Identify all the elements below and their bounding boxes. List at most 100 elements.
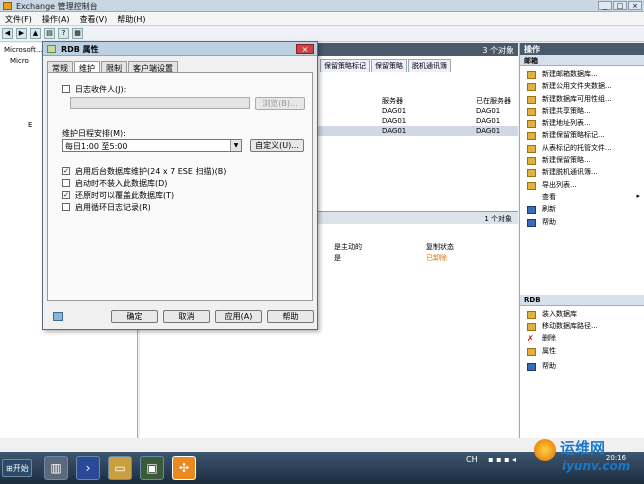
tab-oab[interactable]: 脱机通讯簿 <box>408 59 451 72</box>
up-folder-icon[interactable]: ▲ <box>30 28 41 39</box>
circular-logging-checkbox[interactable] <box>62 203 70 211</box>
no-mount-at-startup-checkbox[interactable] <box>62 179 70 187</box>
tray-icons[interactable]: ▪ ▪ ▪ ◂ <box>488 455 516 464</box>
actions-section-mailbox[interactable]: 邮箱 <box>520 55 644 66</box>
console-icon[interactable]: ▣ <box>140 456 164 480</box>
background-maintenance-checkbox[interactable]: ✓ <box>62 167 70 175</box>
tree-item-e[interactable]: E <box>28 121 32 129</box>
action-help-rdb[interactable]: 帮助 <box>520 361 644 373</box>
menu-bar: 文件(F) 操作(A) 查看(V) 帮助(H) <box>0 12 644 26</box>
watermark-text: 运维网 <box>560 439 606 457</box>
actions-section-rdb[interactable]: RDB <box>520 294 644 306</box>
object-count-top: 3 个对象 <box>482 46 514 55</box>
help-icon[interactable]: ? <box>58 28 69 39</box>
folder-icon <box>527 144 536 153</box>
table-row[interactable]: DAG01 <box>382 117 406 125</box>
maintenance-panel: 日志收件人(J): 浏览(B)... 维护日程安排(M): 每日1:00 至5:… <box>47 72 313 301</box>
watermark-logo-icon <box>534 439 556 461</box>
col-is-active[interactable]: 是主动的 <box>334 242 362 252</box>
action-new-sharing-policy[interactable]: 新建共享策略... <box>520 106 644 118</box>
apply-button[interactable]: 应用(A) <box>215 310 262 323</box>
allow-overwrite-checkbox[interactable]: ✓ <box>62 191 70 199</box>
exchange-app-icon <box>3 2 12 10</box>
action-new-address-list[interactable]: 新建地址列表... <box>520 118 644 130</box>
table-cell: DAG01 <box>476 127 501 135</box>
forward-icon[interactable]: ▶ <box>16 28 27 39</box>
refresh-icon <box>527 206 536 215</box>
window-title: Exchange 管理控制台 <box>16 2 98 11</box>
maximize-button[interactable]: □ <box>613 1 627 10</box>
menu-help[interactable]: 帮助(H) <box>112 12 150 27</box>
show-hide-tree-icon[interactable]: ▤ <box>44 28 55 39</box>
help-icon <box>527 363 536 372</box>
rdb-properties-dialog: RDB 属性 × 常规 维护 限制 客户端设置 日志收件人(J): 浏览(B)... … <box>42 41 318 330</box>
action-move-db-path[interactable]: 移动数据库路径... <box>520 321 644 333</box>
tree-item-org[interactable]: Micro <box>10 57 29 65</box>
col-copy-status[interactable]: 复制状态 <box>426 242 454 252</box>
back-icon[interactable]: ◀ <box>2 28 13 39</box>
action-new-dag[interactable]: 新建数据库可用性组... <box>520 94 644 106</box>
actions-header: 操作 <box>520 43 644 55</box>
tree-root[interactable]: Microsoft... <box>4 46 43 54</box>
option-label: 启用循环日志记录(R) <box>75 203 151 212</box>
oab-icon <box>527 169 536 178</box>
toolbar: ◀ ▶ ▲ ▤? ▦ <box>0 26 644 42</box>
journal-recipient-label: 日志收件人(J): <box>75 85 127 94</box>
action-new-retention-tag[interactable]: 新建保留策略标记... <box>520 130 644 142</box>
language-indicator[interactable]: CH <box>466 455 478 464</box>
action-new-retention-policy[interactable]: 新建保留策略... <box>520 155 644 167</box>
journal-recipient-checkbox[interactable] <box>62 85 70 93</box>
ok-button[interactable]: 确定 <box>111 310 158 323</box>
action-delete[interactable]: ✗ 删除 <box>520 333 644 345</box>
exchange-console-taskbar-icon[interactable]: ✣ <box>172 456 196 480</box>
journal-recipient-input[interactable] <box>70 97 250 109</box>
action-refresh[interactable]: 刷新 <box>520 204 644 216</box>
menu-action[interactable]: 操作(A) <box>37 12 75 27</box>
col-server[interactable]: 服务器 <box>382 96 403 106</box>
explorer-icon[interactable]: ▭ <box>108 456 132 480</box>
table-row[interactable]: 是 <box>334 253 341 263</box>
dialog-title-bar: RDB 属性 × <box>43 42 317 56</box>
action-mount-db[interactable]: 装入数据库 <box>520 309 644 321</box>
tag-icon <box>527 132 536 141</box>
action-new-oab[interactable]: 新建脱机通讯簿... <box>520 167 644 179</box>
help-icon <box>527 218 536 227</box>
server-manager-icon[interactable]: ▥ <box>44 456 68 480</box>
action-export-list[interactable]: 导出列表... <box>520 180 644 192</box>
system-tray: CH ▪ ▪ ▪ ◂ <box>466 455 516 464</box>
action-properties[interactable]: 属性 <box>520 346 644 358</box>
move-icon <box>527 323 536 332</box>
action-view[interactable]: 查看 ▸ <box>520 192 644 204</box>
database-icon <box>47 45 56 53</box>
start-button[interactable]: ⊞开始 <box>2 459 32 477</box>
export-icon <box>527 181 536 190</box>
minimize-button[interactable]: _ <box>598 1 612 10</box>
table-row[interactable]: DAG01 <box>382 107 406 115</box>
help-button[interactable]: 帮助 <box>267 310 314 323</box>
option-label: 还原时可以覆盖此数据库(T) <box>75 191 175 200</box>
chevron-down-icon[interactable]: ▼ <box>230 140 241 151</box>
menu-view[interactable]: 查看(V) <box>75 12 113 27</box>
customize-button[interactable]: 自定义(U)... <box>250 139 304 152</box>
close-window-button[interactable]: × <box>628 1 642 10</box>
action-pane-icon[interactable]: ▦ <box>72 28 83 39</box>
action-help[interactable]: 帮助 <box>520 217 644 229</box>
dialog-help-icon[interactable] <box>53 312 63 321</box>
cancel-button[interactable]: 取消 <box>163 310 210 323</box>
dialog-close-button[interactable]: × <box>296 44 314 54</box>
powershell-icon[interactable]: › <box>76 456 100 480</box>
action-from-managed-folder[interactable]: 从表标记的托管文件... <box>520 143 644 155</box>
action-new-mailbox-db[interactable]: 新建邮箱数据库... <box>520 69 644 81</box>
watermark-url: iyunv.com <box>562 459 631 473</box>
schedule-select[interactable]: 每日1:00 至5:00 ▼ <box>62 139 242 152</box>
window-controls: _ □ × <box>597 1 642 11</box>
table-cell: DAG01 <box>476 107 501 115</box>
action-new-public-folder-db[interactable]: 新建公用文件夹数据... <box>520 81 644 93</box>
tab-retention-policies[interactable]: 保留策略 <box>371 59 407 72</box>
object-count-bottom: 1 个对象 <box>484 215 512 223</box>
table-row[interactable]: DAG01 <box>382 127 406 135</box>
tab-retention-tags[interactable]: 保留策略标记 <box>320 59 370 72</box>
menu-file[interactable]: 文件(F) <box>0 12 37 27</box>
col-mounted[interactable]: 已在服务器 <box>476 96 511 106</box>
browse-button[interactable]: 浏览(B)... <box>255 97 305 110</box>
